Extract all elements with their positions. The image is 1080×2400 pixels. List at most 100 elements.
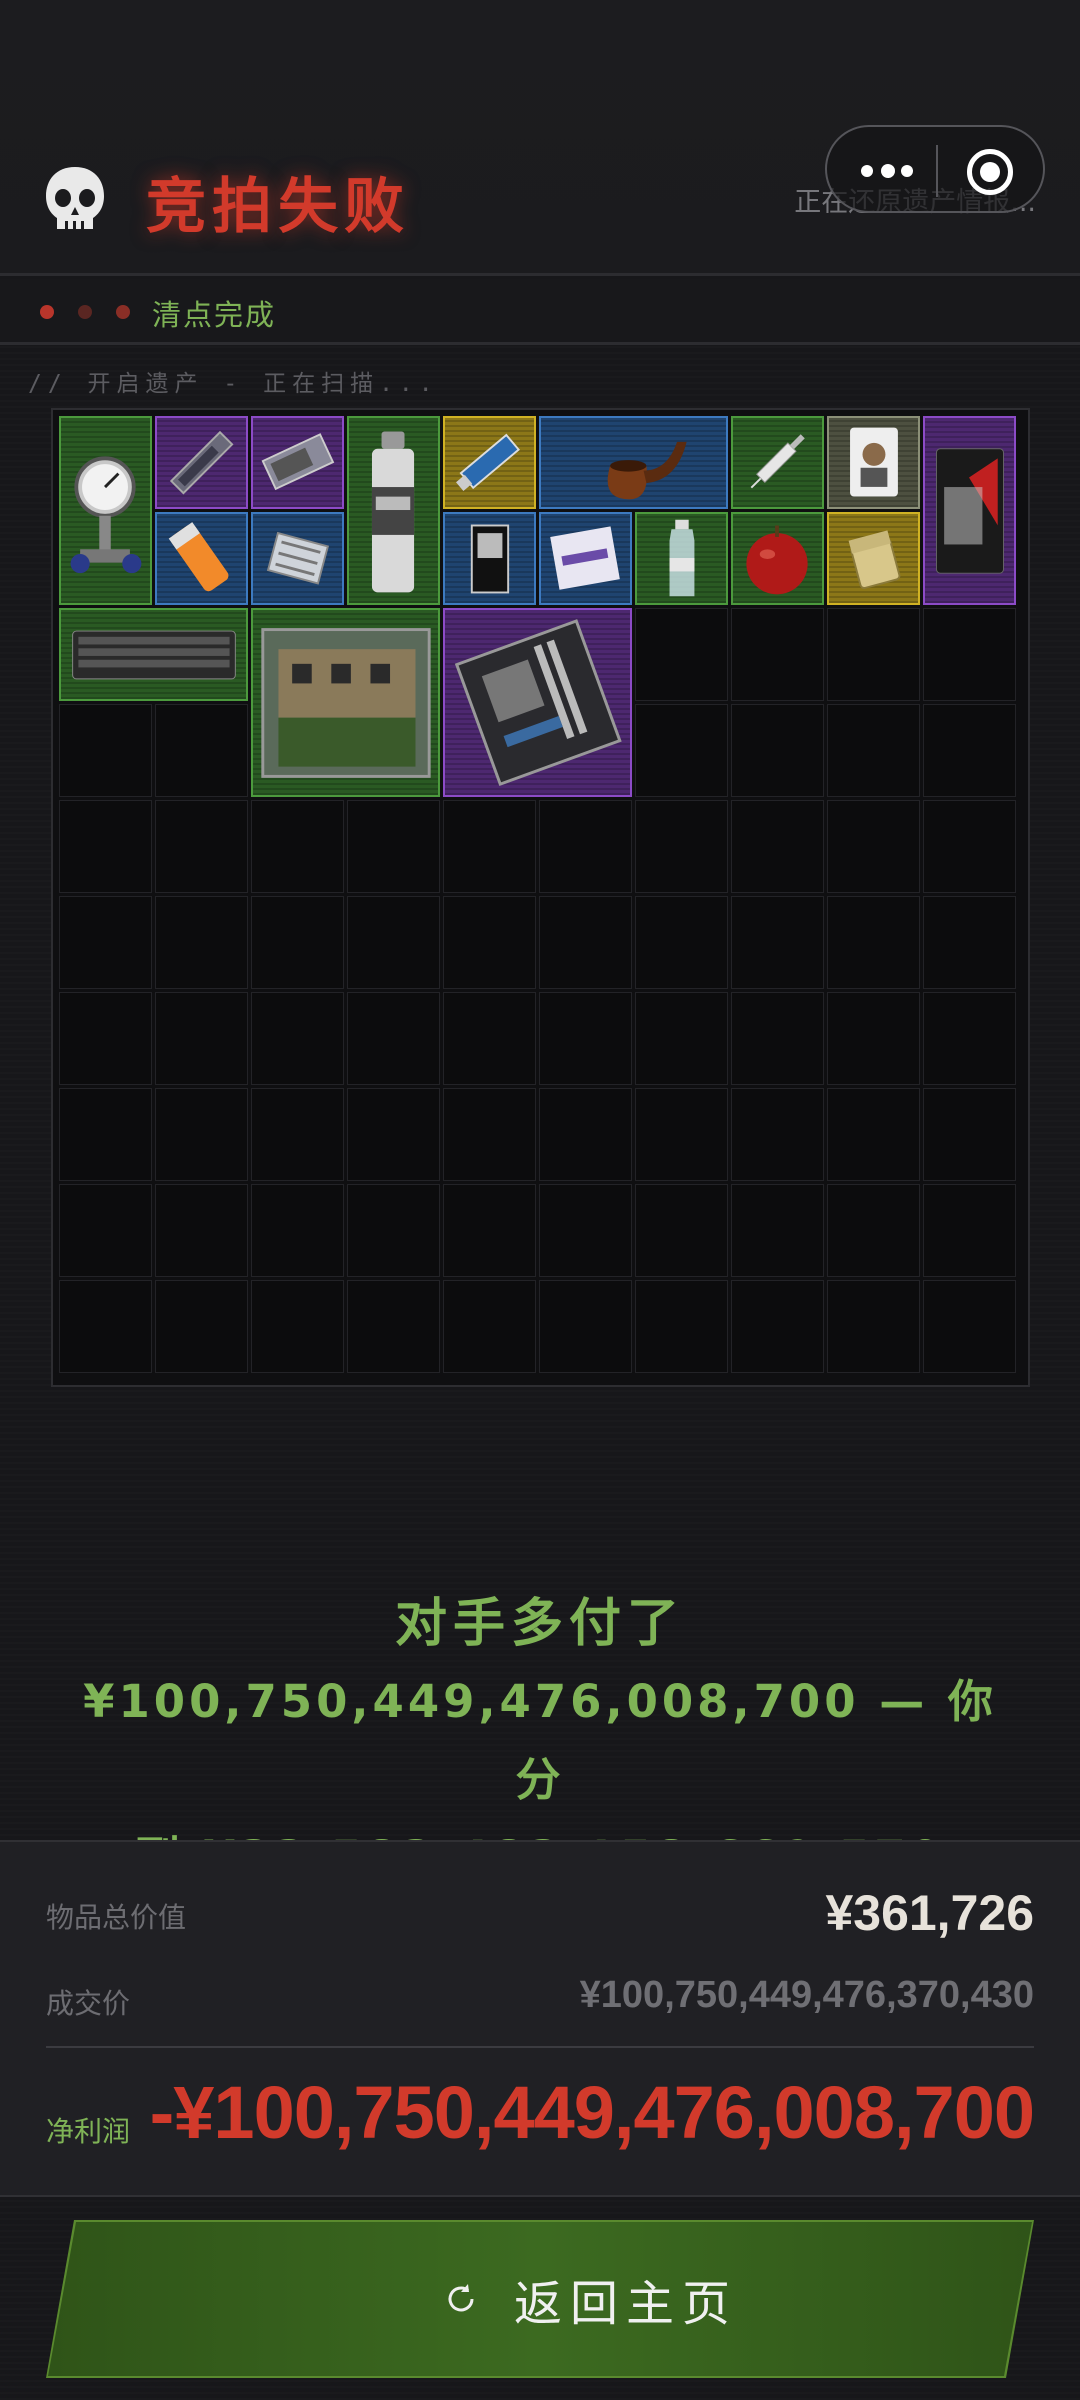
- grid-cell: [251, 1184, 344, 1277]
- item-ram-stick[interactable]: [155, 416, 248, 509]
- skull-icon: [46, 167, 104, 229]
- document-envelope-icon: [550, 526, 620, 590]
- inventory-grid: [51, 408, 1030, 1387]
- deal-price-label: 成交价: [46, 1987, 131, 2020]
- grid-cell: [539, 1184, 632, 1277]
- motherboard-icon: [454, 619, 622, 787]
- grid-cell: [443, 1088, 536, 1181]
- net-profit-label: 净利润: [46, 2115, 131, 2148]
- grid-cell: [251, 896, 344, 989]
- progress-dot: [40, 305, 54, 319]
- grid-cell: [731, 1184, 824, 1277]
- net-profit: -¥100,750,449,476,008,700: [149, 2071, 1035, 2154]
- grid-cell: [347, 1184, 440, 1277]
- grid-cell: [443, 992, 536, 1085]
- grid-cell: [635, 800, 728, 893]
- grid-cell: [251, 1280, 344, 1373]
- total-value-row: 物品总价值 ¥361,726: [46, 1884, 1034, 1944]
- grid-cell: [827, 1088, 920, 1181]
- grid-cell: [731, 800, 824, 893]
- grid-cell: [827, 800, 920, 893]
- item-keyboard[interactable]: [59, 608, 248, 701]
- item-spray-can[interactable]: [347, 416, 440, 605]
- pressure-gauge-icon: [70, 456, 142, 574]
- grid-cell: [731, 1088, 824, 1181]
- return-home-button[interactable]: 返回主页: [48, 2222, 1032, 2376]
- grid-cell: [59, 1280, 152, 1373]
- item-tobacco-pipe[interactable]: [539, 416, 728, 509]
- usb-drive-icon: [456, 433, 520, 492]
- item-playing-card[interactable]: [827, 416, 920, 509]
- grid-cell: [635, 1280, 728, 1373]
- grid-cell: [251, 992, 344, 1085]
- grid-cell: [155, 704, 248, 797]
- syringe-icon: [750, 434, 805, 489]
- miniprogram-capsule: [825, 125, 1045, 213]
- grid-cell: [539, 800, 632, 893]
- grid-cell: [923, 896, 1016, 989]
- deal-price: ¥100,750,449,476,370,430: [579, 1974, 1034, 2016]
- grid-cell: [155, 1184, 248, 1277]
- refresh-icon: [444, 2282, 478, 2316]
- close-miniprogram-icon[interactable]: [967, 149, 1013, 195]
- item-ssd-drive[interactable]: [251, 416, 344, 509]
- keyboard-icon: [72, 630, 236, 680]
- ram-stick-icon: [169, 430, 234, 495]
- item-snack-bag[interactable]: [923, 416, 1016, 605]
- ssd-drive-icon: [261, 433, 335, 491]
- spray-can-icon: [371, 431, 415, 593]
- grid-cell: [251, 1088, 344, 1181]
- vitamin-tube-icon: [168, 522, 229, 592]
- grid-cell: [731, 1280, 824, 1373]
- grid-cell: [923, 1184, 1016, 1277]
- grid-cell: [443, 1184, 536, 1277]
- grid-cell: [827, 896, 920, 989]
- grid-cell: [59, 1088, 152, 1181]
- grid-cell: [923, 800, 1016, 893]
- grid-cell: [827, 1280, 920, 1373]
- grid-cell: [59, 896, 152, 989]
- scan-status-line: // 开启遗产 - 正在扫描...: [28, 371, 439, 397]
- grid-cell: [923, 1280, 1016, 1373]
- water-bottle-icon: [669, 519, 695, 597]
- grid-cell: [155, 800, 248, 893]
- item-pressure-gauge[interactable]: [59, 416, 152, 605]
- grid-cell: [923, 1088, 1016, 1181]
- result-header: 竞拍失败 正在还原遗产情报...: [0, 0, 1080, 276]
- deal-price-row: 成交价 ¥100,750,449,476,370,430: [46, 1970, 1034, 2026]
- item-apple[interactable]: [731, 512, 824, 605]
- item-usb-drive[interactable]: [443, 416, 536, 509]
- item-battery-pack[interactable]: [443, 512, 536, 605]
- grid-cell: [923, 704, 1016, 797]
- grid-cell: [59, 800, 152, 893]
- grid-cell: [155, 896, 248, 989]
- item-water-bottle[interactable]: [635, 512, 728, 605]
- item-cpu-cooler[interactable]: [251, 512, 344, 605]
- item-motherboard[interactable]: [443, 608, 632, 797]
- grid-cell: [251, 800, 344, 893]
- cpu-cooler-icon: [266, 531, 330, 585]
- grid-cell: [347, 896, 440, 989]
- building-photo-icon: [261, 628, 431, 778]
- grid-cell: [539, 1088, 632, 1181]
- grid-cell: [59, 704, 152, 797]
- grid-cell: [347, 800, 440, 893]
- item-zippo-lighter[interactable]: [827, 512, 920, 605]
- progress-status: 清点完成: [152, 298, 277, 332]
- grid-cell: [539, 896, 632, 989]
- grid-cell: [827, 704, 920, 797]
- net-profit-row: 净利润 -¥100,750,449,476,008,700: [46, 2070, 1035, 2160]
- item-document-envelope[interactable]: [539, 512, 632, 605]
- snack-bag-icon: [936, 448, 1004, 574]
- playing-card-icon: [850, 427, 898, 497]
- item-vitamin-tube[interactable]: [155, 512, 248, 605]
- item-syringe[interactable]: [731, 416, 824, 509]
- item-building-photo[interactable]: [251, 608, 440, 797]
- total-value-label: 物品总价值: [46, 1901, 187, 1934]
- summary-panel: 物品总价值 ¥361,726 成交价 ¥100,750,449,476,370,…: [0, 1840, 1080, 2197]
- grid-cell: [731, 896, 824, 989]
- grid-cell: [155, 992, 248, 1085]
- grid-cell: [443, 800, 536, 893]
- more-options-icon[interactable]: [857, 155, 917, 187]
- grid-cell: [443, 1280, 536, 1373]
